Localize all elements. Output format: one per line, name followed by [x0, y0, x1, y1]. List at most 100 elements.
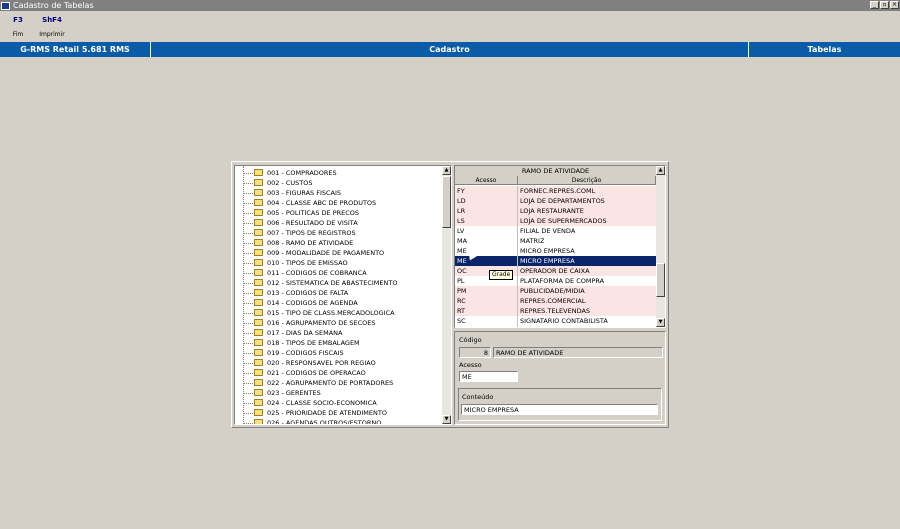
- tree-item-label: 008 - RAMO DE ATIVIDADE: [267, 239, 354, 247]
- table-row[interactable]: MA MATRIZ: [455, 236, 656, 246]
- table-row[interactable]: ME MICRO EMPRESA: [455, 246, 656, 256]
- column-header-descricao[interactable]: Descrição: [518, 176, 656, 185]
- detail-form: Código 8 RAMO DE ATIVIDADE Acesso ME Con…: [454, 331, 666, 425]
- cell-acesso: RT: [457, 307, 466, 315]
- tree-item-label: 004 - CLASSE ABC DE PRODUTOS: [267, 199, 377, 207]
- tree-connector: [243, 343, 253, 344]
- table-row[interactable]: LR LOJA RESTAURANTE: [455, 206, 656, 216]
- conteudo-input[interactable]: MICRO EMPRESA: [461, 404, 658, 415]
- tree-connector: [243, 253, 253, 254]
- tree-item-label: 012 - SISTEMATICA DE ABASTECIMENTO: [267, 279, 398, 287]
- table-row[interactable]: LS LOJA DE SUPERMERCADOS: [455, 216, 656, 226]
- table-row[interactable]: SD DIRETOR: [455, 326, 656, 327]
- scroll-thumb[interactable]: [656, 263, 665, 297]
- table-row[interactable]: OC OPERADOR DE CAIXA: [455, 266, 656, 276]
- conteudo-group: Conteúdo MICRO EMPRESA: [458, 388, 662, 421]
- column-divider: [517, 226, 518, 236]
- folder-icon: [254, 309, 263, 316]
- cell-descricao: DIRETOR: [520, 326, 549, 327]
- codigo-field: 8: [459, 347, 491, 358]
- tree-item-label: 001 - COMPRADORES: [267, 169, 337, 177]
- column-divider: [517, 266, 518, 276]
- grid-tooltip: Grade: [489, 270, 514, 280]
- cell-descricao: FORNEC.REPRES.COML: [520, 187, 596, 195]
- tree-item-label: 020 - RESPONSAVEL POR REGIAO: [267, 359, 376, 367]
- table-row[interactable]: LV FILIAL DE VENDA: [455, 226, 656, 236]
- cell-descricao: SIGNATARIO CONTABILISTA: [520, 317, 608, 325]
- fim-button[interactable]: F3 Fim: [2, 16, 34, 40]
- restore-icon[interactable]: ▫: [880, 1, 889, 9]
- column-header-acesso[interactable]: Acesso: [455, 176, 518, 185]
- imprimir-button[interactable]: ShF4 Imprimir: [36, 16, 68, 40]
- tree-item-label: 016 - AGRUPAMENTO DE SECOES: [267, 319, 376, 327]
- table-row[interactable]: RC REPRES.COMERCIAL: [455, 296, 656, 306]
- acesso-input[interactable]: ME: [459, 371, 518, 382]
- table-row[interactable]: SC SIGNATARIO CONTABILISTA: [455, 316, 656, 326]
- cell-descricao: FILIAL DE VENDA: [520, 227, 576, 235]
- tree-connector: [243, 383, 253, 384]
- folder-icon: [254, 359, 263, 366]
- scroll-down-icon[interactable]: ▼: [656, 318, 665, 327]
- cell-descricao: OPERADOR DE CAIXA: [520, 267, 590, 275]
- acesso-label: Acesso: [459, 361, 482, 369]
- window-title: Cadastro de Tabelas: [13, 1, 94, 10]
- tree-connector: [243, 393, 253, 394]
- scroll-up-icon[interactable]: ▲: [656, 166, 665, 175]
- folder-icon: [254, 269, 263, 276]
- folder-icon: [254, 299, 263, 306]
- cell-acesso: LS: [457, 217, 465, 225]
- cell-descricao: LOJA RESTAURANTE: [520, 207, 584, 215]
- minimize-icon[interactable]: _: [870, 1, 879, 9]
- table-row[interactable]: FY FORNEC.REPRES.COML: [455, 186, 656, 196]
- column-divider: [517, 206, 518, 216]
- values-grid[interactable]: RAMO DE ATIVIDADE Acesso Descrição FY FOR…: [454, 165, 666, 328]
- folder-icon: [254, 239, 263, 246]
- codigo-description-field: RAMO DE ATIVIDADE: [493, 347, 663, 358]
- table-tree[interactable]: 001 - COMPRADORES 002 - CUSTOS 003 - FIGUR…: [234, 165, 452, 425]
- folder-icon: [254, 169, 263, 176]
- table-row[interactable]: PM PUBLICIDADE/MIDIA: [455, 286, 656, 296]
- scroll-thumb[interactable]: [442, 176, 451, 228]
- folder-icon: [254, 399, 263, 406]
- tree-connector: [243, 333, 253, 334]
- column-divider: [517, 326, 518, 327]
- tree-item-label: 009 - MODALIDADE DE PAGAMENTO: [267, 249, 385, 257]
- column-divider: [517, 196, 518, 206]
- column-divider: [517, 186, 518, 196]
- codigo-label: Código: [459, 336, 482, 344]
- window-controls: _ ▫ ×: [870, 1, 899, 9]
- table-row[interactable]: PL PLATAFORMA DE COMPRA: [455, 276, 656, 286]
- header-screen: Tabelas: [807, 45, 842, 54]
- close-icon[interactable]: ×: [890, 1, 899, 9]
- tree-item-label: 007 - TIPOS DE REGISTROS: [267, 229, 356, 237]
- cell-descricao: LOJA DE DEPARTAMENTOS: [520, 197, 605, 205]
- column-divider: [517, 296, 518, 306]
- tree-connector: [243, 223, 253, 224]
- table-row-selected[interactable]: ME MICRO EMPRESA: [455, 256, 656, 266]
- fim-shortcut: F3: [13, 16, 23, 24]
- folder-icon: [254, 259, 263, 266]
- scroll-up-icon[interactable]: ▲: [442, 166, 451, 175]
- grid-scrollbar[interactable]: ▲ ▼: [656, 166, 665, 327]
- table-row[interactable]: LD LOJA DE DEPARTAMENTOS: [455, 196, 656, 206]
- tree-scrollbar[interactable]: ▲ ▼: [442, 166, 451, 424]
- tree-connector: [243, 193, 253, 194]
- tree-connector: [243, 423, 253, 424]
- tree-item-label: 011 - CODIGOS DE COBRANCA: [267, 269, 367, 277]
- column-divider: [517, 216, 518, 226]
- tree-item-label: 021 - CODIGOS DE OPERACAO: [267, 369, 366, 377]
- tree-item-label: 022 - AGRUPAMENTO DE PORTADORES: [267, 379, 394, 387]
- folder-icon: [254, 349, 263, 356]
- tree-connector: [243, 263, 253, 264]
- folder-icon: [254, 339, 263, 346]
- scroll-down-icon[interactable]: ▼: [442, 415, 451, 424]
- cell-acesso: PM: [457, 287, 467, 295]
- table-row[interactable]: RT REPRES.TELEVENDAS: [455, 306, 656, 316]
- tree-connector: [243, 323, 253, 324]
- tree-item-label: 010 - TIPOS DE EMISSAO: [267, 259, 348, 267]
- folder-icon: [254, 369, 263, 376]
- folder-icon: [254, 229, 263, 236]
- column-divider: [517, 286, 518, 296]
- tree-item-label: 013 - CODIGOS DE FALTA: [267, 289, 349, 297]
- cell-descricao: REPRES.TELEVENDAS: [520, 307, 591, 315]
